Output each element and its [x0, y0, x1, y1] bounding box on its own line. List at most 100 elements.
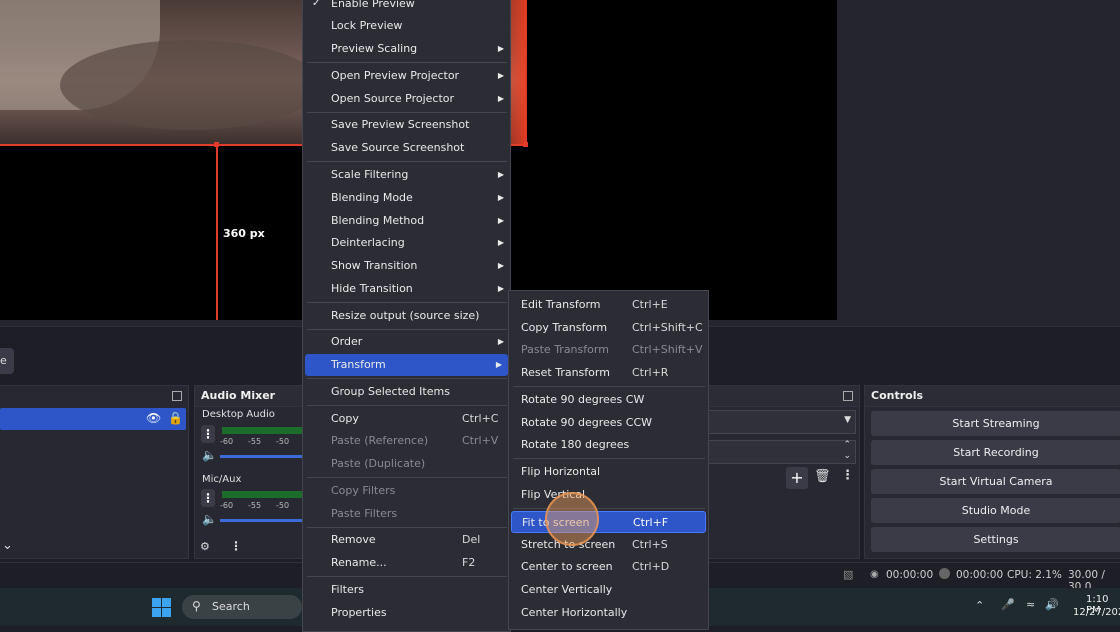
submenu-arrow-icon: ▶ — [495, 360, 502, 369]
meter-scale-tick: -55 — [248, 501, 262, 510]
menu-item-group-selected-items[interactable]: Group Selected Items — [303, 381, 510, 403]
submenu-arrow-icon: ▶ — [497, 193, 504, 202]
volume-icon[interactable]: 🔊 — [1045, 598, 1059, 611]
menu-item-remove[interactable]: Remove Del — [303, 529, 510, 551]
audio-mixer-title: Audio Mixer — [195, 386, 303, 407]
submenu-arrow-icon: ▶ — [497, 44, 504, 53]
advanced-audio-gear-icon[interactable]: ⚙ — [200, 540, 210, 553]
microphone-icon[interactable]: 🎤 — [1001, 598, 1015, 611]
menu-item-open-source-projector[interactable]: Open Source Projector ▶ — [303, 88, 510, 110]
duration-spinbox[interactable]: ⌃ ⌄ — [708, 440, 856, 464]
menu-item-open-preview-projector[interactable]: Open Preview Projector ▶ — [303, 65, 510, 87]
resize-handle-bottom-right[interactable] — [523, 142, 528, 147]
menu-item-resize-output[interactable]: Resize output (source size) — [303, 305, 510, 327]
undock-icon[interactable] — [843, 391, 853, 401]
menu-item-blending-method[interactable]: Blending Method ▶ — [303, 210, 510, 232]
menu-item-filters[interactable]: Filters — [303, 579, 510, 601]
menu-item-blending-mode[interactable]: Blending Mode ▶ — [303, 187, 510, 209]
taskbar-search[interactable]: ⚲ Search — [182, 595, 302, 619]
submenu-arrow-icon: ▶ — [497, 337, 504, 346]
menu-item-enable-preview[interactable]: ✓ Enable Preview — [303, 0, 510, 15]
menu-separator — [513, 458, 705, 459]
meter-scale-tick: -50 — [276, 437, 290, 446]
meter-scale-tick: -60 — [220, 437, 234, 446]
volume-slider[interactable] — [220, 455, 302, 458]
transform-submenu: Edit Transform Ctrl+E Copy Transform Ctrl+… — [508, 290, 709, 630]
submenu-arrow-icon: ▶ — [497, 261, 504, 270]
menu-item-save-preview-screenshot[interactable]: Save Preview Screenshot — [303, 114, 510, 136]
menu-item-transform[interactable]: Transform ▶ — [305, 354, 508, 376]
scene-tab[interactable]: e — [0, 348, 14, 374]
menu-separator — [513, 386, 705, 387]
menu-separator — [307, 405, 507, 406]
menu-item-lock-preview[interactable]: Lock Preview — [303, 15, 510, 37]
transition-select[interactable]: ▼ — [708, 410, 856, 434]
undock-icon[interactable] — [172, 391, 182, 401]
controls-panel: Controls Start Streaming Start Recording… — [864, 385, 1120, 559]
menu-item-paste-duplicate[interactable]: Paste (Duplicate) — [303, 453, 510, 475]
windows-start-icon[interactable] — [152, 598, 172, 618]
lock-icon[interactable]: 🔒 — [168, 411, 183, 425]
stream-indicator-icon: ◉ — [870, 569, 879, 580]
start-recording-button[interactable]: Start Recording — [871, 440, 1120, 465]
speaker-icon[interactable]: 🔈 — [202, 512, 217, 526]
spin-down-icon[interactable]: ⌄ — [843, 451, 851, 461]
submenu-item-center-vertically[interactable]: Center Vertically — [509, 579, 708, 601]
speaker-icon[interactable]: 🔈 — [202, 448, 217, 462]
submenu-item-center-horizontally[interactable]: Center Horizontally — [509, 602, 708, 624]
menu-item-paste-reference[interactable]: Paste (Reference) Ctrl+V — [303, 430, 510, 452]
submenu-item-rotate-180[interactable]: Rotate 180 degrees — [509, 434, 708, 456]
studio-mode-button[interactable]: Studio Mode — [871, 498, 1120, 523]
volume-slider[interactable] — [220, 519, 302, 522]
submenu-arrow-icon: ▶ — [497, 238, 504, 247]
menu-item-save-source-screenshot[interactable]: Save Source Screenshot — [303, 137, 510, 159]
tray-chevron-up-icon[interactable]: ⌃ — [975, 599, 984, 612]
click-indicator — [545, 492, 599, 546]
submenu-item-rotate-90-cw[interactable]: Rotate 90 degrees CW — [509, 389, 708, 411]
submenu-item-center-to-screen[interactable]: Center to screen Ctrl+D — [509, 556, 708, 578]
start-virtual-camera-button[interactable]: Start Virtual Camera — [871, 469, 1120, 494]
submenu-item-flip-vertical[interactable]: Flip Vertical — [509, 484, 708, 506]
menu-item-properties[interactable]: Properties — [303, 602, 510, 624]
transition-menu-kebab-icon[interactable]: ⋮ — [841, 468, 854, 483]
menu-item-paste-filters[interactable]: Paste Filters — [303, 503, 510, 525]
menu-item-preview-scaling[interactable]: Preview Scaling ▶ — [303, 38, 510, 60]
submenu-item-stretch-to-screen[interactable]: Stretch to screen Ctrl+S — [509, 534, 708, 556]
menu-item-copy[interactable]: Copy Ctrl+C — [303, 408, 510, 430]
mixer-menu-kebab-icon[interactable]: ⋮ — [230, 539, 242, 553]
track-menu-kebab-icon[interactable]: ⋮ — [201, 425, 215, 443]
stream-time: 00:00:00 — [886, 569, 934, 581]
preview-area[interactable]: 360 px — [0, 0, 1120, 326]
menu-item-show-transition[interactable]: Show Transition ▶ — [303, 255, 510, 277]
menu-item-copy-filters[interactable]: Copy Filters — [303, 480, 510, 502]
track-menu-kebab-icon[interactable]: ⋮ — [201, 489, 215, 507]
settings-button[interactable]: Settings — [871, 527, 1120, 552]
spin-up-icon[interactable]: ⌃ — [843, 440, 851, 450]
menu-item-order[interactable]: Order ▶ — [303, 331, 510, 353]
add-transition-icon[interactable]: + — [786, 467, 808, 489]
menu-item-hide-transition[interactable]: Hide Transition ▶ — [303, 278, 510, 300]
meter-scale-tick: -60 — [220, 501, 234, 510]
menu-item-deinterlacing[interactable]: Deinterlacing ▶ — [303, 232, 510, 254]
wifi-icon[interactable]: ≈ — [1026, 598, 1035, 611]
trash-icon[interactable]: 🗑 — [814, 469, 831, 484]
taskbar-date[interactable]: 12/27/202 — [1073, 607, 1120, 618]
menu-item-rename[interactable]: Rename... F2 — [303, 552, 510, 574]
menu-separator — [307, 477, 507, 478]
submenu-item-fit-to-screen[interactable]: Fit to screen Ctrl+F — [511, 511, 706, 533]
submenu-arrow-icon: ▶ — [497, 94, 504, 103]
visibility-eye-icon[interactable]: 👁 — [146, 411, 161, 425]
track-name-desktop-audio: Desktop Audio — [202, 409, 275, 420]
distance-guide-line — [216, 147, 218, 320]
submenu-item-edit-transform[interactable]: Edit Transform Ctrl+E — [509, 294, 708, 316]
submenu-item-flip-horizontal[interactable]: Flip Horizontal — [509, 461, 708, 483]
submenu-item-copy-transform[interactable]: Copy Transform Ctrl+Shift+C — [509, 317, 708, 339]
submenu-item-paste-transform[interactable]: Paste Transform Ctrl+Shift+V — [509, 339, 708, 361]
submenu-item-rotate-90-ccw[interactable]: Rotate 90 degrees CCW — [509, 412, 708, 434]
track-name-mic-aux: Mic/Aux — [202, 474, 242, 485]
distance-guide-label: 360 px — [223, 227, 265, 240]
menu-item-scale-filtering[interactable]: Scale Filtering ▶ — [303, 164, 510, 186]
submenu-item-reset-transform[interactable]: Reset Transform Ctrl+R — [509, 362, 708, 384]
chevron-down-icon[interactable]: ⌄ — [2, 538, 13, 553]
start-streaming-button[interactable]: Start Streaming — [871, 411, 1120, 436]
